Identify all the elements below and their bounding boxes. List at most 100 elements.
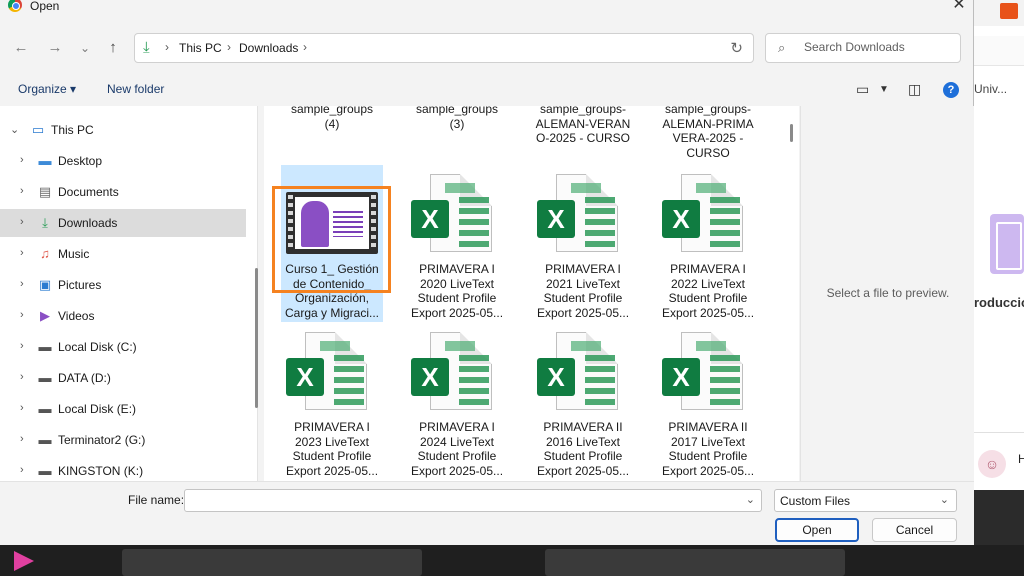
file-item[interactable]: sample_groups (3) [406,106,508,142]
chevron-right-icon[interactable]: › [20,247,24,259]
up-button[interactable]: ↑ [103,38,123,58]
file-item-excel[interactable]: X PRIMAVERA I 2023 LiveText Student Profil… [281,330,383,480]
file-item-excel[interactable]: X PRIMAVERA II 2017 LiveText Student Profi… [657,330,759,480]
sidebar-item-kingston-k[interactable]: › ▬ KINGSTON (K:) [0,457,246,481]
cancel-button[interactable]: Cancel [872,518,957,542]
music-icon: ♫ [40,246,50,261]
chevron-down-icon[interactable]: ⌄ [940,493,949,506]
back-button[interactable]: ← [11,38,31,58]
file-item-excel[interactable]: X PRIMAVERA I 2020 LiveText Student Profil… [406,172,508,322]
expand-chevron-icon[interactable]: ⌄ [10,123,19,136]
file-item-excel[interactable]: X PRIMAVERA I 2022 LiveText Student Profil… [657,172,759,322]
chevron-right-icon[interactable]: › [20,216,24,228]
file-item[interactable]: sample_groups (4) [281,106,383,142]
sidebar-item-label: Music [58,247,90,261]
background-app-univ-text: Univ... [974,82,1008,96]
chevron-right-icon[interactable]: › [20,433,24,445]
taskbar-thumbnail[interactable] [545,549,845,576]
sidebar-item-videos[interactable]: › ▶ Videos [0,302,246,330]
file-name: PRIMAVERA I 2024 LiveText Student Profile E… [410,420,504,478]
drive-icon: ▬ [38,432,52,447]
chevron-down-icon[interactable]: ⌄ [746,493,755,506]
breadcrumb-this-pc[interactable]: This PC [179,41,222,55]
pc-icon: ▭ [31,122,45,137]
chevron-right-icon[interactable]: › [20,309,24,321]
open-dialog: Open ✕ ← → ⌄ ↑ ⤓ › This PC › Downloads ›… [0,0,974,545]
file-name: sample_groups (3) [415,106,499,131]
chevron-right-icon[interactable]: › [20,154,24,166]
new-folder-button[interactable]: New folder [107,82,164,96]
chevron-right-icon[interactable]: › [20,371,24,383]
sheet-cells [710,197,740,249]
chevron-right-icon[interactable]: › [20,340,24,352]
search-box[interactable]: ⌕ [765,33,961,63]
sidebar-item-label: Desktop [58,154,103,168]
sheet-header-cells [696,183,726,193]
view-options-icon[interactable]: ▭ [856,81,869,98]
sidebar-item-downloads[interactable]: › ⤓ Downloads [0,209,246,237]
sheet-header-cells [445,183,475,193]
title-bar: Open ✕ [0,0,974,16]
excel-badge-icon: X [662,358,700,396]
sheet-cells [585,197,615,249]
open-button[interactable]: Open [775,518,859,542]
documents-icon: ▤ [38,184,52,199]
sidebar-item-label: Local Disk (C:) [58,340,137,354]
search-input[interactable] [804,40,954,54]
sidebar-item-this-pc[interactable]: ⌄ ▭ This PC [0,116,246,144]
taskbar-thumbnail[interactable] [122,549,422,576]
excel-badge-icon: X [286,358,324,396]
file-item-excel[interactable]: X PRIMAVERA I 2021 LiveText Student Profil… [532,172,634,322]
file-list-scrollbar[interactable] [790,124,793,142]
file-name: PRIMAVERA I 2020 LiveText Student Profile E… [410,262,504,320]
sheet-cells [459,197,489,249]
file-item-excel[interactable]: X PRIMAVERA I 2024 LiveText Student Profil… [406,330,508,480]
media-play-icon[interactable] [14,551,34,571]
chevron-right-icon[interactable]: › [20,464,24,476]
sidebar-item-music[interactable]: › ♫ Music [0,240,246,268]
sidebar-item-label: Terminator2 (G:) [58,433,146,447]
chevron-right-icon[interactable]: › [20,185,24,197]
background-app-logo [1000,3,1018,19]
navigation-pane: ⌄ ▭ This PC › ▬ Desktop › ▤ Documents › … [0,106,258,481]
chevron-right-icon[interactable]: › [20,278,24,290]
refresh-icon[interactable]: ↻ [730,39,743,57]
excel-badge-icon: X [662,200,700,238]
sidebar-item-documents[interactable]: › ▤ Documents [0,178,246,206]
chevron-right-icon[interactable]: › [20,402,24,414]
address-bar[interactable]: ⤓ › This PC › Downloads › ↻ [134,33,754,63]
sidebar-item-local-disk-e[interactable]: › ▬ Local Disk (E:) [0,395,246,423]
file-item[interactable]: sample_groups- ALEMAN-PRIMA VERA-2025 - CUR… [657,106,759,162]
file-name: sample_groups (4) [290,106,374,131]
file-name: sample_groups- ALEMAN-PRIMA VERA-2025 - CUR… [662,106,754,160]
excel-badge-icon: X [537,358,575,396]
sidebar-item-label: Local Disk (E:) [58,402,137,416]
user-avatar-icon[interactable]: ☺ [978,450,1006,478]
sidebar-scrollbar[interactable] [255,268,258,408]
excel-badge-icon: X [537,200,575,238]
view-dropdown-icon[interactable]: ▼ [879,84,889,95]
pictures-icon: ▣ [38,277,52,292]
help-icon[interactable]: ? [943,82,959,98]
recent-locations-button[interactable]: ⌄ [75,38,95,58]
file-name-input[interactable] [189,493,729,507]
file-item[interactable]: sample_groups- ALEMAN-VERAN O-2025 - CURSO [532,106,634,162]
organize-menu[interactable]: Organize ▾ [18,82,76,96]
forward-button[interactable]: → [45,38,65,58]
close-button[interactable]: ✕ [948,0,970,15]
desktop-icon: ▬ [38,153,52,168]
sidebar-item-pictures[interactable]: › ▣ Pictures [0,271,246,299]
sheet-header-cells [320,341,350,351]
sidebar-item-terminator2-g[interactable]: › ▬ Terminator2 (G:) [0,426,246,454]
breadcrumb-separator: › [165,40,169,54]
sidebar-item-local-disk-c[interactable]: › ▬ Local Disk (C:) [0,333,246,361]
file-name-label: File name: [128,493,185,507]
breadcrumb-downloads[interactable]: Downloads [239,41,298,55]
sidebar-item-desktop[interactable]: › ▬ Desktop [0,147,246,175]
file-item-excel[interactable]: X PRIMAVERA II 2016 LiveText Student Profi… [532,330,634,480]
file-name-field[interactable]: ⌄ [184,489,762,512]
sheet-header-cells [696,341,726,351]
file-type-select[interactable]: Custom Files ⌄ [774,489,957,512]
sidebar-item-data-d[interactable]: › ▬ DATA (D:) [0,364,246,392]
preview-pane-icon[interactable]: ◫ [908,81,921,98]
